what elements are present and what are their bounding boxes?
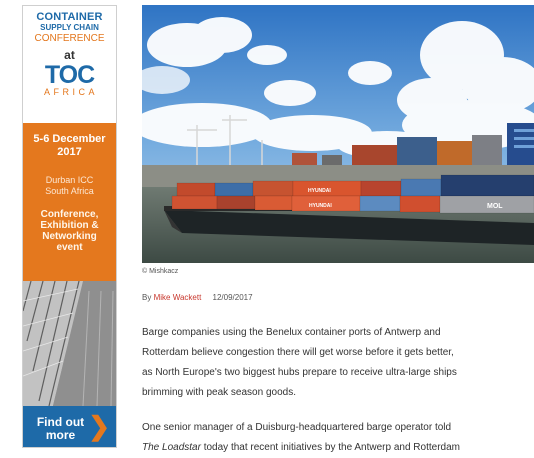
ad-venue: Durban ICC South Africa — [23, 175, 116, 197]
photo-credit: © Mishkacz — [142, 268, 179, 275]
ad-header: CONTAINER SUPPLY CHAIN CONFERENCE at TOC… — [23, 6, 116, 121]
conference-ad-banner[interactable]: CONTAINER SUPPLY CHAIN CONFERENCE at TOC… — [22, 5, 117, 448]
container-barge-image: HYUNDAI HYUNDAI MOL — [142, 5, 534, 263]
ad-date-line1: 5-6 December — [33, 133, 106, 145]
article-line: One senior manager of a Duisburg-headqua… — [142, 422, 452, 433]
ad-venue-line2: South Africa — [45, 186, 94, 196]
cta-label-line2: more — [45, 428, 76, 442]
ad-event-line: Networking — [42, 231, 97, 242]
ad-building-image — [23, 281, 116, 406]
ad-title-line3: CONFERENCE — [34, 33, 105, 44]
ad-date-line2: 2017 — [57, 146, 82, 158]
container-label-2: HYUNDAI — [309, 203, 332, 209]
article-byline: By Mike Wackett 12/09/2017 — [142, 293, 253, 302]
building-facade-graphic — [23, 281, 116, 406]
author-link[interactable]: Mike Wackett — [154, 293, 202, 302]
find-out-more-button[interactable]: Find out more ❯ — [23, 406, 116, 447]
article-body: Barge companies using the Benelux contai… — [142, 323, 534, 458]
ad-event-info: 5-6 December 2017 Durban ICC South Afric… — [23, 123, 116, 281]
article-hero-photo: HYUNDAI HYUNDAI MOL — [142, 5, 534, 263]
article-line: brimming with peak season goods. — [142, 387, 296, 398]
cta-label: Find out more — [33, 416, 88, 442]
publish-date: 12/09/2017 — [212, 293, 253, 302]
article-line: Barge companies using the Benelux contai… — [142, 327, 441, 338]
ad-date: 5-6 December 2017 — [23, 133, 116, 159]
container-label-3: MOL — [487, 203, 503, 210]
ad-event-line: Exhibition & — [40, 220, 99, 231]
ad-event-line: Conference, — [40, 209, 99, 220]
article-paragraph: One senior manager of a Duisburg-headqua… — [142, 418, 534, 458]
toc-logo: TOC — [44, 61, 95, 89]
ad-title-line2: SUPPLY CHAIN — [40, 23, 99, 32]
ad-venue-line1: Durban ICC — [45, 175, 94, 185]
chevron-right-icon: ❯ — [88, 411, 110, 441]
article-paragraph: Barge companies using the Benelux contai… — [142, 323, 534, 403]
ad-event-type: Conference, Exhibition & Networking even… — [23, 209, 116, 253]
article-line: Rotterdam believe congestion there will … — [142, 347, 454, 358]
container-label-1: HYUNDAI — [308, 188, 331, 194]
byline-prefix: By — [142, 293, 152, 302]
ad-title-line1: CONTAINER — [36, 11, 103, 23]
article-line: as North Europe's two biggest hubs prepa… — [142, 367, 457, 378]
ad-region: AFRICA — [43, 87, 98, 97]
ad-event-line: event — [56, 242, 83, 253]
